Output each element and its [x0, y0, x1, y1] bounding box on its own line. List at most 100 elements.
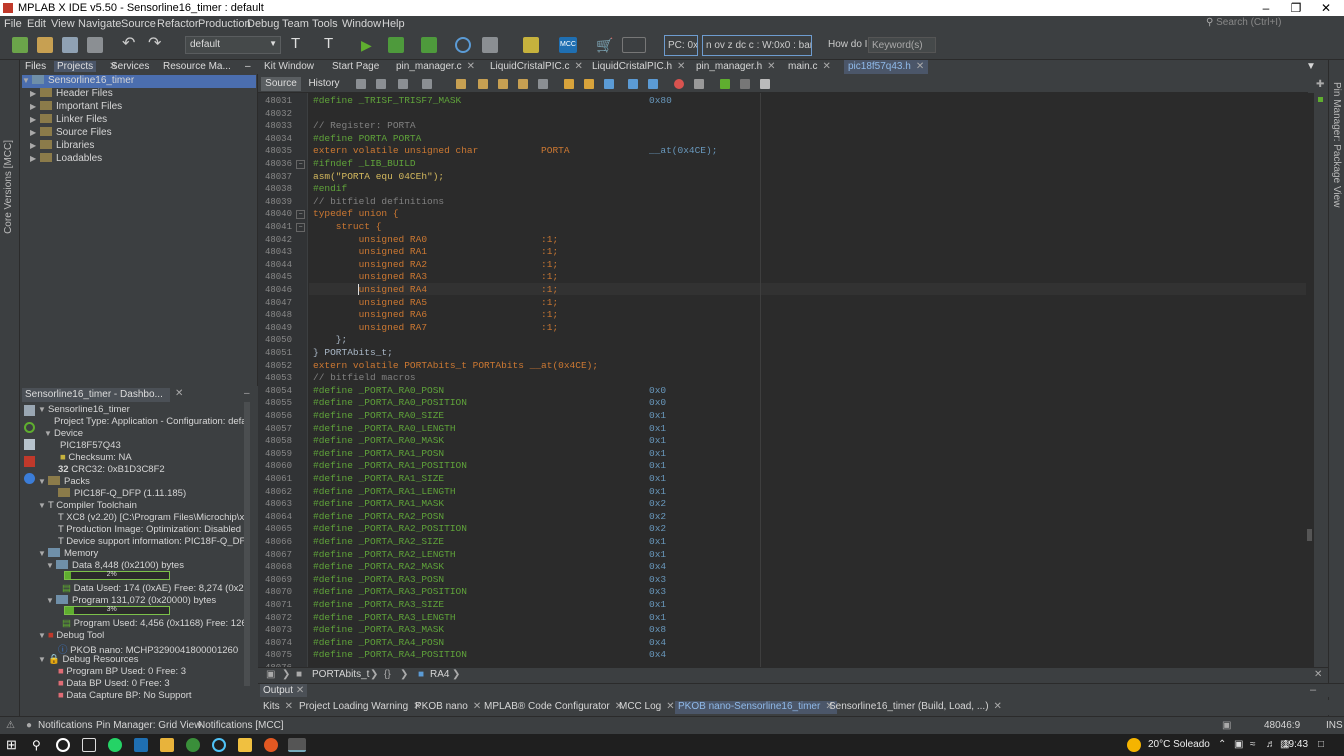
close-icon[interactable]: ✕ — [574, 61, 582, 72]
dash-row[interactable]: ▼ T Compiler Toolchain — [38, 500, 137, 512]
code-line[interactable]: #define _PORTA_RA3_POSN — [313, 574, 444, 586]
menu-refactor[interactable]: Refactor — [157, 18, 199, 30]
code-line[interactable]: unsigned RA7 :1; — [313, 322, 559, 334]
dash-row[interactable]: ▼ ■ Debug Tool — [38, 630, 104, 642]
code-line[interactable]: unsigned RA0 :1; — [313, 234, 559, 246]
code-line[interactable]: }; — [313, 334, 347, 346]
tree-item-linker-files[interactable]: ▶ Linker Files — [30, 114, 107, 127]
refresh-icon[interactable] — [24, 422, 35, 433]
menu-team[interactable]: Team — [282, 18, 309, 30]
close-icon[interactable]: ✕ — [666, 701, 674, 712]
last-edit-icon[interactable] — [356, 79, 366, 89]
dash-row[interactable]: ▼ Memory — [38, 548, 98, 560]
tab-mplab-code-configurator[interactable]: MPLAB® Code Configurator ✕ — [481, 701, 626, 714]
tab-liquidcristalpic-c[interactable]: LiquidCristalPIC.c ✕ — [486, 60, 587, 74]
tab-pin-manager-h[interactable]: pin_manager.h ✕ — [692, 60, 780, 74]
read-device-icon[interactable] — [421, 37, 437, 53]
run-icon[interactable]: ▶ — [361, 37, 377, 53]
tab-kit-window[interactable]: Kit Window — [260, 60, 318, 74]
code-line[interactable]: #define _PORTA_RA2_MASK — [313, 561, 444, 573]
minimize-panel-icon[interactable]: – — [1310, 684, 1316, 696]
close-icon[interactable]: ✕ — [767, 61, 775, 72]
toggle-highlight-icon[interactable] — [518, 79, 528, 89]
code-editor[interactable]: 48031 48032 48033 48034 48035 48036−48037 4803… — [258, 93, 1306, 667]
new-file-icon[interactable] — [37, 37, 53, 53]
tab-resource-manager[interactable]: Resource Ma... — [160, 61, 234, 72]
fold-toggle-icon[interactable]: − — [296, 160, 305, 169]
close-icon[interactable]: ✕ — [994, 701, 1002, 712]
tab-files[interactable]: Files — [22, 61, 49, 72]
code-line[interactable]: #define _PORTA_RA1_POSITION — [313, 460, 467, 472]
code-line[interactable]: unsigned RA3 :1; — [313, 271, 559, 283]
close-icon[interactable]: ✕ — [822, 61, 830, 72]
find-prev-icon[interactable] — [478, 79, 488, 89]
debug-project-icon[interactable] — [523, 37, 539, 53]
menu-tools[interactable]: Tools — [312, 18, 338, 30]
close-icon[interactable]: ✕ — [285, 701, 293, 712]
forward-icon[interactable] — [398, 79, 408, 89]
code-line[interactable]: #define _PORTA_RA0_POSN — [313, 385, 444, 397]
tree-item-loadables[interactable]: ▶ Loadables — [30, 153, 102, 166]
shift-right-icon[interactable] — [648, 79, 658, 89]
pin-manager-package-view-tab[interactable]: Pin Manager: Package View — [1331, 82, 1342, 207]
code-line[interactable]: #define _PORTA_RA4_POSN — [313, 637, 444, 649]
mplab-taskbar-icon[interactable] — [288, 738, 306, 752]
code-line[interactable]: #define _PORTA_RA1_LENGTH — [313, 486, 456, 498]
output-tab[interactable]: Output ✕ — [260, 684, 308, 697]
tab-services[interactable]: Services — [108, 61, 152, 72]
keyword-input[interactable]: Keyword(s) — [868, 37, 936, 53]
core-versions-tab[interactable]: Core Versions [MCC] — [3, 140, 14, 234]
toggle-bookmark-icon[interactable] — [604, 79, 614, 89]
code-line[interactable]: // bitfield definitions — [313, 196, 444, 208]
pin-manager-grid-view-link[interactable]: Pin Manager: Grid View — [96, 720, 201, 731]
scroll-thumb[interactable] — [1307, 529, 1312, 541]
toggle-rect-selection-icon[interactable] — [538, 79, 548, 89]
find-icon[interactable] — [422, 79, 432, 89]
search-icon[interactable]: ⚲ — [32, 738, 46, 752]
code-line[interactable]: unsigned RA6 :1; — [313, 309, 559, 321]
tree-item-important-files[interactable]: ▶ Important Files — [30, 101, 122, 114]
back-icon[interactable] — [376, 79, 386, 89]
fold-toggle-icon[interactable]: − — [296, 210, 305, 220]
minimize-panel-icon[interactable]: – — [244, 388, 250, 399]
tab-project-loading-warning[interactable]: Project Loading Warning ✕ — [296, 701, 425, 714]
tab-pic18f57q43-h[interactable]: pic18f57q43.h ✕ — [844, 60, 929, 74]
action-center-icon[interactable]: □ — [1318, 739, 1324, 750]
notes-icon[interactable] — [238, 738, 252, 752]
mcc-notifications-link[interactable]: Notifications [MCC] — [198, 720, 284, 731]
firefox-icon[interactable] — [264, 738, 278, 752]
code-line[interactable]: } PORTAbits_t; — [313, 347, 393, 359]
tab-build-load[interactable]: Sensorline16_timer (Build, Load, ...) ✕ — [826, 701, 1005, 714]
tab-main-c[interactable]: main.c ✕ — [784, 60, 835, 74]
wifi-icon[interactable]: ≈ — [1250, 739, 1256, 750]
menu-edit[interactable]: Edit — [27, 18, 46, 30]
tab-list-icon[interactable]: ▼ — [1302, 60, 1320, 74]
code-line[interactable]: #define _PORTA_RA4_POSITION — [313, 649, 467, 661]
tree-item-libraries[interactable]: ▶ Libraries — [30, 140, 94, 153]
code-line[interactable]: #endif — [313, 183, 347, 195]
close-button[interactable]: ✕ — [1306, 0, 1344, 16]
dashboard-tab[interactable]: Sensorline16_timer - Dashbo... — [22, 388, 170, 402]
save-all-icon[interactable] — [87, 37, 103, 53]
help-icon[interactable] — [24, 473, 35, 484]
uncomment-icon[interactable] — [740, 79, 750, 89]
cortana-icon[interactable] — [56, 738, 70, 752]
menu-production[interactable]: Production — [198, 18, 251, 30]
code-line[interactable]: unsigned RA1 :1; — [313, 246, 559, 258]
hold-in-reset-icon[interactable] — [482, 37, 498, 53]
clean-build-icon[interactable]: T — [324, 36, 340, 53]
reset-icon[interactable] — [455, 37, 471, 53]
tab-projects[interactable]: Projects — [54, 61, 97, 72]
fold-toggle-icon[interactable]: − — [296, 223, 305, 232]
code-line[interactable]: #define _TRISF_TRISF7_MASK — [313, 95, 461, 107]
dash-row[interactable]: ▼ Device — [44, 428, 83, 440]
menu-navigate[interactable]: Navigate — [78, 18, 121, 30]
new-project-icon[interactable] — [12, 37, 28, 53]
menu-source[interactable]: Source — [121, 18, 156, 30]
tab-start-page[interactable]: Start Page — [328, 60, 383, 74]
shift-left-icon[interactable] — [628, 79, 638, 89]
whatsapp-icon[interactable] — [108, 738, 122, 752]
tab-kits[interactable]: Kits ✕ — [260, 701, 296, 714]
make-program-icon[interactable] — [388, 37, 404, 53]
code-line[interactable]: #define _PORTA_RA2_LENGTH — [313, 549, 456, 561]
